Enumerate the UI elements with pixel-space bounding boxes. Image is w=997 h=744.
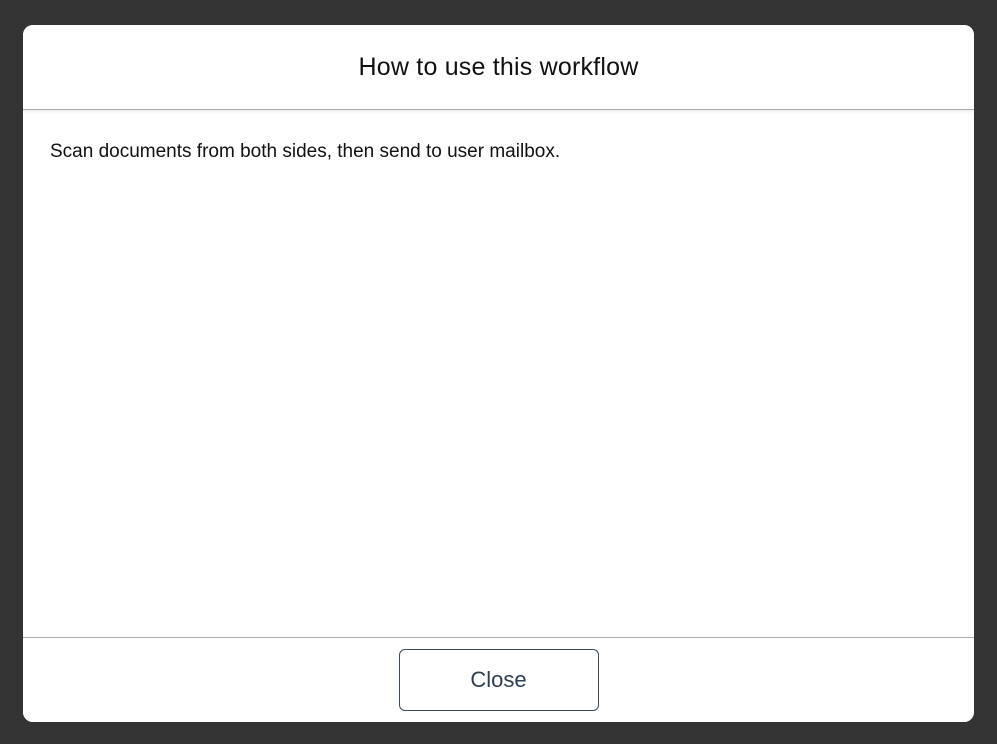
modal-backdrop: How to use this workflow Scan documents …: [0, 0, 997, 744]
dialog-header: How to use this workflow: [23, 25, 974, 110]
close-button[interactable]: Close: [399, 649, 599, 711]
workflow-instructions-text: Scan documents from both sides, then sen…: [50, 140, 947, 165]
help-dialog: How to use this workflow Scan documents …: [23, 25, 974, 722]
dialog-title: How to use this workflow: [359, 53, 639, 82]
dialog-body: Scan documents from both sides, then sen…: [23, 110, 974, 637]
dialog-footer: Close: [23, 637, 974, 722]
